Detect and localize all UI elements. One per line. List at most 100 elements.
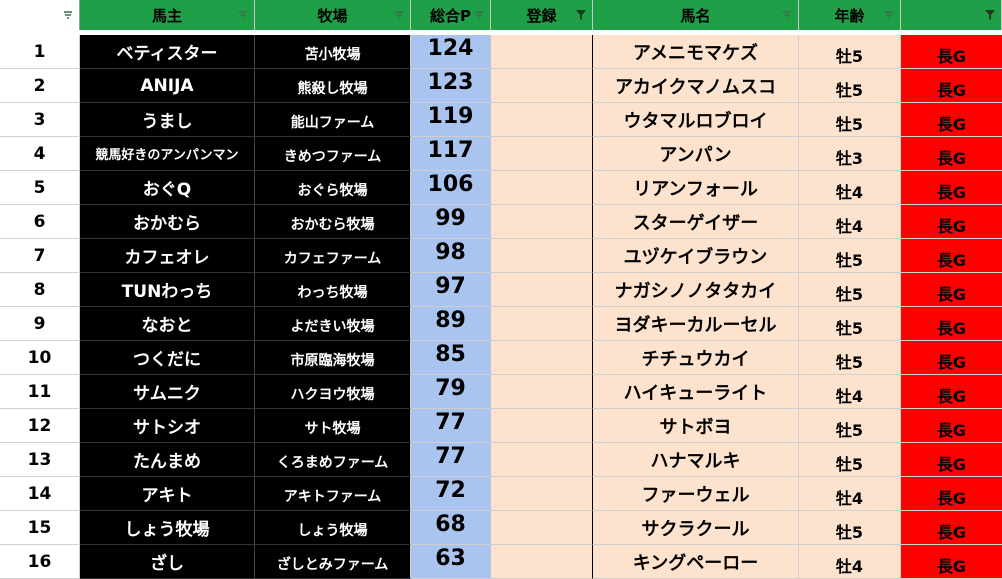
cell-points[interactable]: 106 — [411, 171, 491, 205]
cell-registration[interactable] — [491, 375, 593, 409]
cell-horse-name[interactable]: サクラクール — [593, 511, 799, 545]
cell-distance[interactable]: 長G — [901, 511, 1002, 545]
cell-owner[interactable]: サトシオ — [80, 409, 255, 443]
cell-registration[interactable] — [491, 137, 593, 171]
cell-rank[interactable]: 10 — [0, 341, 80, 375]
cell-owner[interactable]: おかむら — [80, 205, 255, 239]
filter-dropdown-icon[interactable] — [236, 9, 250, 21]
cell-points[interactable]: 77 — [411, 443, 491, 477]
cell-farm[interactable]: ハクヨウ牧場 — [255, 375, 411, 409]
cell-owner[interactable]: たんまめ — [80, 443, 255, 477]
cell-distance[interactable]: 長G — [901, 443, 1002, 477]
cell-farm[interactable]: しょう牧場 — [255, 511, 411, 545]
cell-points[interactable]: 89 — [411, 307, 491, 341]
cell-registration[interactable] — [491, 409, 593, 443]
cell-age[interactable]: 牡4 — [799, 171, 901, 205]
cell-points[interactable]: 68 — [411, 511, 491, 545]
cell-age[interactable]: 牡5 — [799, 341, 901, 375]
cell-distance[interactable]: 長G — [901, 477, 1002, 511]
cell-horse-name[interactable]: ナガシノノタタカイ — [593, 273, 799, 307]
cell-age[interactable]: 牡4 — [799, 545, 901, 579]
cell-horse-name[interactable]: ヨダキーカルーセル — [593, 307, 799, 341]
cell-farm[interactable]: 能山ファーム — [255, 103, 411, 137]
filter-dropdown-icon[interactable] — [882, 9, 896, 21]
cell-rank[interactable]: 13 — [0, 443, 80, 477]
cell-rank[interactable]: 11 — [0, 375, 80, 409]
cell-farm[interactable]: サト牧場 — [255, 409, 411, 443]
filter-dropdown-icon[interactable] — [61, 9, 75, 21]
filter-active-icon[interactable] — [574, 9, 588, 21]
cell-rank[interactable]: 6 — [0, 205, 80, 239]
cell-points[interactable]: 124 — [411, 35, 491, 69]
cell-horse-name[interactable]: アメニモマケズ — [593, 35, 799, 69]
cell-farm[interactable]: おかむら牧場 — [255, 205, 411, 239]
cell-age[interactable]: 牡4 — [799, 477, 901, 511]
cell-distance[interactable]: 長G — [901, 69, 1002, 103]
cell-points[interactable]: 99 — [411, 205, 491, 239]
cell-farm[interactable]: くろまめファーム — [255, 443, 411, 477]
cell-rank[interactable]: 5 — [0, 171, 80, 205]
cell-rank[interactable]: 2 — [0, 69, 80, 103]
cell-registration[interactable] — [491, 341, 593, 375]
cell-age[interactable]: 牡4 — [799, 205, 901, 239]
header-farm[interactable]: 牧場 — [255, 0, 411, 30]
cell-distance[interactable]: 長G — [901, 205, 1002, 239]
filter-dropdown-icon[interactable] — [780, 9, 794, 21]
cell-points[interactable]: 119 — [411, 103, 491, 137]
cell-distance[interactable]: 長G — [901, 341, 1002, 375]
cell-horse-name[interactable]: ウタマルロブロイ — [593, 103, 799, 137]
cell-age[interactable]: 牡5 — [799, 103, 901, 137]
header-total-points[interactable]: 総合P — [411, 0, 491, 30]
cell-points[interactable]: 85 — [411, 341, 491, 375]
header-distance[interactable] — [901, 0, 1002, 30]
cell-horse-name[interactable]: スターゲイザー — [593, 205, 799, 239]
cell-registration[interactable] — [491, 545, 593, 579]
filter-active-icon[interactable] — [983, 9, 997, 21]
cell-points[interactable]: 79 — [411, 375, 491, 409]
cell-farm[interactable]: 市原臨海牧場 — [255, 341, 411, 375]
cell-owner[interactable]: なおと — [80, 307, 255, 341]
cell-horse-name[interactable]: リアンフォール — [593, 171, 799, 205]
cell-rank[interactable]: 8 — [0, 273, 80, 307]
cell-age[interactable]: 牡5 — [799, 307, 901, 341]
cell-points[interactable]: 123 — [411, 69, 491, 103]
header-horse-name[interactable]: 馬名 — [593, 0, 799, 30]
cell-rank[interactable]: 7 — [0, 239, 80, 273]
cell-registration[interactable] — [491, 273, 593, 307]
cell-distance[interactable]: 長G — [901, 545, 1002, 579]
cell-distance[interactable]: 長G — [901, 103, 1002, 137]
header-owner[interactable]: 馬主 — [80, 0, 255, 30]
cell-owner[interactable]: おぐQ — [80, 171, 255, 205]
cell-distance[interactable]: 長G — [901, 307, 1002, 341]
cell-rank[interactable]: 3 — [0, 103, 80, 137]
cell-age[interactable]: 牡5 — [799, 443, 901, 477]
cell-registration[interactable] — [491, 239, 593, 273]
cell-points[interactable]: 72 — [411, 477, 491, 511]
cell-farm[interactable]: アキトファーム — [255, 477, 411, 511]
cell-rank[interactable]: 14 — [0, 477, 80, 511]
cell-rank[interactable]: 15 — [0, 511, 80, 545]
cell-rank[interactable]: 9 — [0, 307, 80, 341]
cell-points[interactable]: 98 — [411, 239, 491, 273]
cell-registration[interactable] — [491, 307, 593, 341]
cell-farm[interactable]: きめつファーム — [255, 137, 411, 171]
cell-owner[interactable]: 競馬好きのアンパンマン — [80, 137, 255, 171]
cell-horse-name[interactable]: サトボヨ — [593, 409, 799, 443]
cell-distance[interactable]: 長G — [901, 35, 1002, 69]
cell-owner[interactable]: カフェオレ — [80, 239, 255, 273]
cell-owner[interactable]: うまし — [80, 103, 255, 137]
cell-rank[interactable]: 16 — [0, 545, 80, 579]
cell-rank[interactable]: 4 — [0, 137, 80, 171]
cell-owner[interactable]: ベティスター — [80, 35, 255, 69]
cell-farm[interactable]: ざしとみファーム — [255, 545, 411, 579]
cell-distance[interactable]: 長G — [901, 137, 1002, 171]
cell-farm[interactable]: 苫小牧場 — [255, 35, 411, 69]
cell-horse-name[interactable]: ハナマルキ — [593, 443, 799, 477]
cell-farm[interactable]: カフェファーム — [255, 239, 411, 273]
cell-distance[interactable]: 長G — [901, 239, 1002, 273]
cell-owner[interactable]: ざし — [80, 545, 255, 579]
cell-registration[interactable] — [491, 171, 593, 205]
cell-points[interactable]: 63 — [411, 545, 491, 579]
cell-points[interactable]: 77 — [411, 409, 491, 443]
cell-horse-name[interactable]: アカイクマノムスコ — [593, 69, 799, 103]
